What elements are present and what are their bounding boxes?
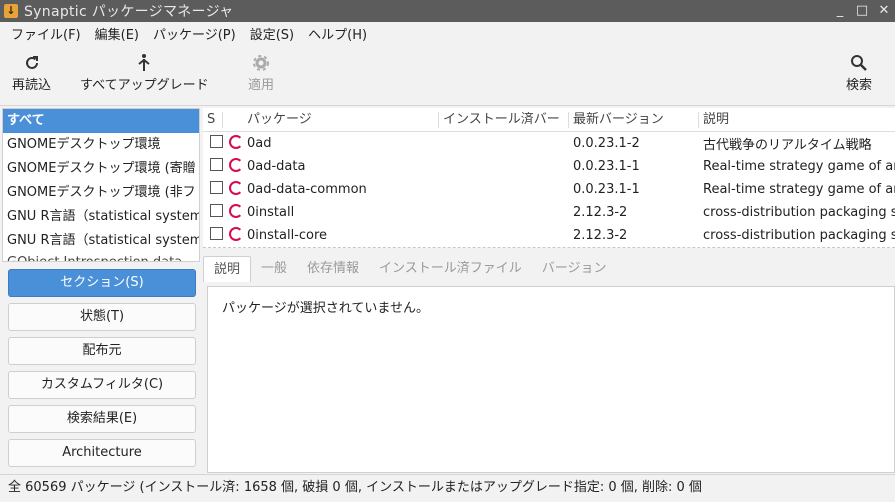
filter-origin-button[interactable]: 配布元 bbox=[8, 337, 196, 365]
package-name: 0ad-data-common bbox=[247, 182, 367, 197]
menu-help[interactable]: ヘルプ(H) bbox=[301, 24, 374, 43]
package-table-header: S パッケージ インストール済バー 最新バージョン 説明 bbox=[203, 108, 895, 132]
filter-custom-button[interactable]: カスタムフィルタ(C) bbox=[8, 371, 196, 399]
debian-icon bbox=[229, 134, 243, 149]
package-description: 古代戦争のリアルタイム戦略 bbox=[703, 138, 872, 153]
header-latest-version[interactable]: 最新バージョン bbox=[569, 111, 699, 128]
latest-version: 2.12.3-2 bbox=[573, 228, 628, 243]
header-installed-version[interactable]: インストール済バー bbox=[439, 111, 569, 128]
synaptic-app-icon: ↓ bbox=[4, 4, 18, 18]
menu-bar: ファイル(F) 編集(E) パッケージ(P) 設定(S) ヘルプ(H) bbox=[0, 22, 895, 44]
status-bar: 全 60569 パッケージ (インストール済: 1658 個, 破損 0 個, … bbox=[0, 474, 895, 502]
tab-dependencies[interactable]: 依存情報 bbox=[297, 256, 369, 282]
debian-icon bbox=[229, 157, 243, 172]
tab-versions[interactable]: バージョン bbox=[532, 256, 617, 282]
upgrade-icon bbox=[135, 52, 153, 74]
table-row[interactable]: 0ad-data 0.0.23.1-1 Real-time strategy g… bbox=[203, 155, 895, 178]
category-item-all[interactable]: すべて bbox=[3, 109, 199, 133]
category-item[interactable]: GNOMEデスクトップ環境 (寄贈 bbox=[3, 157, 199, 181]
debian-icon bbox=[229, 203, 243, 218]
tab-description[interactable]: 説明 bbox=[203, 256, 252, 282]
debian-icon bbox=[229, 226, 243, 241]
title-bar: ↓ Synaptic パッケージマネージャ _ □ ✕ bbox=[0, 0, 895, 22]
close-button[interactable]: ✕ bbox=[873, 0, 895, 22]
header-package[interactable]: パッケージ bbox=[243, 111, 439, 128]
minimize-button[interactable]: _ bbox=[829, 0, 851, 22]
menu-package[interactable]: パッケージ(P) bbox=[146, 24, 243, 43]
table-row[interactable]: 0ad 0.0.23.1-2 古代戦争のリアルタイム戦略 bbox=[203, 132, 895, 155]
gear-icon bbox=[252, 52, 270, 74]
filter-search-results-button[interactable]: 検索結果(E) bbox=[8, 405, 196, 433]
no-package-selected-message: パッケージが選択されていません。 bbox=[222, 301, 429, 316]
package-name: 0install-core bbox=[247, 228, 328, 243]
package-description: cross-distribution packaging s bbox=[703, 228, 895, 243]
package-checkbox[interactable] bbox=[210, 135, 223, 148]
package-checkbox[interactable] bbox=[210, 227, 223, 240]
reload-button[interactable]: 再読込 bbox=[12, 52, 51, 93]
category-item[interactable]: GNOMEデスクトップ環境 bbox=[3, 133, 199, 157]
detail-pane: パッケージが選択されていません。 bbox=[207, 286, 895, 473]
category-item[interactable]: GNOMEデスクトップ環境 (非フ bbox=[3, 181, 199, 205]
filter-architecture-button[interactable]: Architecture bbox=[8, 439, 196, 467]
menu-settings[interactable]: 設定(S) bbox=[243, 24, 301, 43]
tab-general[interactable]: 一般 bbox=[251, 256, 297, 282]
category-item[interactable]: GObject Introspection data bbox=[3, 253, 199, 261]
package-description: Real-time strategy game of an bbox=[703, 159, 895, 174]
maximize-button[interactable]: □ bbox=[851, 0, 873, 22]
toolbar: 再読込 すべてアップグレード 適用 検索 bbox=[0, 44, 895, 106]
category-item[interactable]: GNU R言語（statistical system bbox=[3, 229, 199, 253]
tab-installed-files[interactable]: インストール済ファイル bbox=[369, 256, 532, 282]
detail-tabs: 説明 一般 依存情報 インストール済ファイル バージョン bbox=[203, 254, 895, 282]
package-description: Real-time strategy game of an bbox=[703, 182, 895, 197]
package-name: 0ad bbox=[247, 136, 272, 151]
category-list[interactable]: すべて GNOMEデスクトップ環境 GNOMEデスクトップ環境 (寄贈 GNOM… bbox=[2, 108, 200, 262]
package-checkbox[interactable] bbox=[210, 181, 223, 194]
apply-button[interactable]: 適用 bbox=[248, 52, 274, 93]
latest-version: 0.0.23.1-1 bbox=[573, 159, 640, 174]
search-button[interactable]: 検索 bbox=[846, 52, 872, 93]
reload-icon bbox=[23, 52, 41, 74]
upgrade-all-button[interactable]: すべてアップグレード bbox=[80, 52, 209, 93]
window-title: Synaptic パッケージマネージャ bbox=[24, 4, 234, 20]
left-panel: すべて GNOMEデスクトップ環境 GNOMEデスクトップ環境 (寄贈 GNOM… bbox=[0, 108, 202, 473]
package-table: S パッケージ インストール済バー 最新バージョン 説明 0ad 0.0.23.… bbox=[203, 108, 895, 248]
table-row[interactable]: 0install 2.12.3-2 cross-distribution pac… bbox=[203, 201, 895, 224]
table-row[interactable]: 0install-core 2.12.3-2 cross-distributio… bbox=[203, 224, 895, 247]
package-name: 0ad-data bbox=[247, 159, 306, 174]
header-icon bbox=[223, 112, 243, 128]
filter-status-button[interactable]: 状態(T) bbox=[8, 303, 196, 331]
right-panel: S パッケージ インストール済バー 最新バージョン 説明 0ad 0.0.23.… bbox=[203, 108, 895, 473]
header-status[interactable]: S bbox=[203, 111, 223, 128]
latest-version: 2.12.3-2 bbox=[573, 205, 628, 220]
apply-label: 適用 bbox=[248, 78, 275, 93]
search-label: 検索 bbox=[846, 78, 873, 93]
category-item[interactable]: GNU R言語（statistical system bbox=[3, 205, 199, 229]
latest-version: 0.0.23.1-2 bbox=[573, 136, 640, 151]
upgrade-all-label: すべてアップグレード bbox=[80, 78, 209, 93]
debian-icon bbox=[229, 180, 243, 195]
table-row[interactable]: 0ad-data-common 0.0.23.1-1 Real-time str… bbox=[203, 178, 895, 201]
package-name: 0install bbox=[247, 205, 295, 220]
menu-file[interactable]: ファイル(F) bbox=[4, 24, 88, 43]
latest-version: 0.0.23.1-1 bbox=[573, 182, 640, 197]
filter-section-button[interactable]: セクション(S) bbox=[8, 269, 196, 297]
search-icon bbox=[850, 52, 868, 74]
package-description: cross-distribution packaging s bbox=[703, 205, 895, 220]
reload-label: 再読込 bbox=[12, 78, 52, 93]
menu-edit[interactable]: 編集(E) bbox=[88, 24, 146, 43]
package-checkbox[interactable] bbox=[210, 204, 223, 217]
package-checkbox[interactable] bbox=[210, 158, 223, 171]
header-description[interactable]: 説明 bbox=[699, 112, 895, 128]
